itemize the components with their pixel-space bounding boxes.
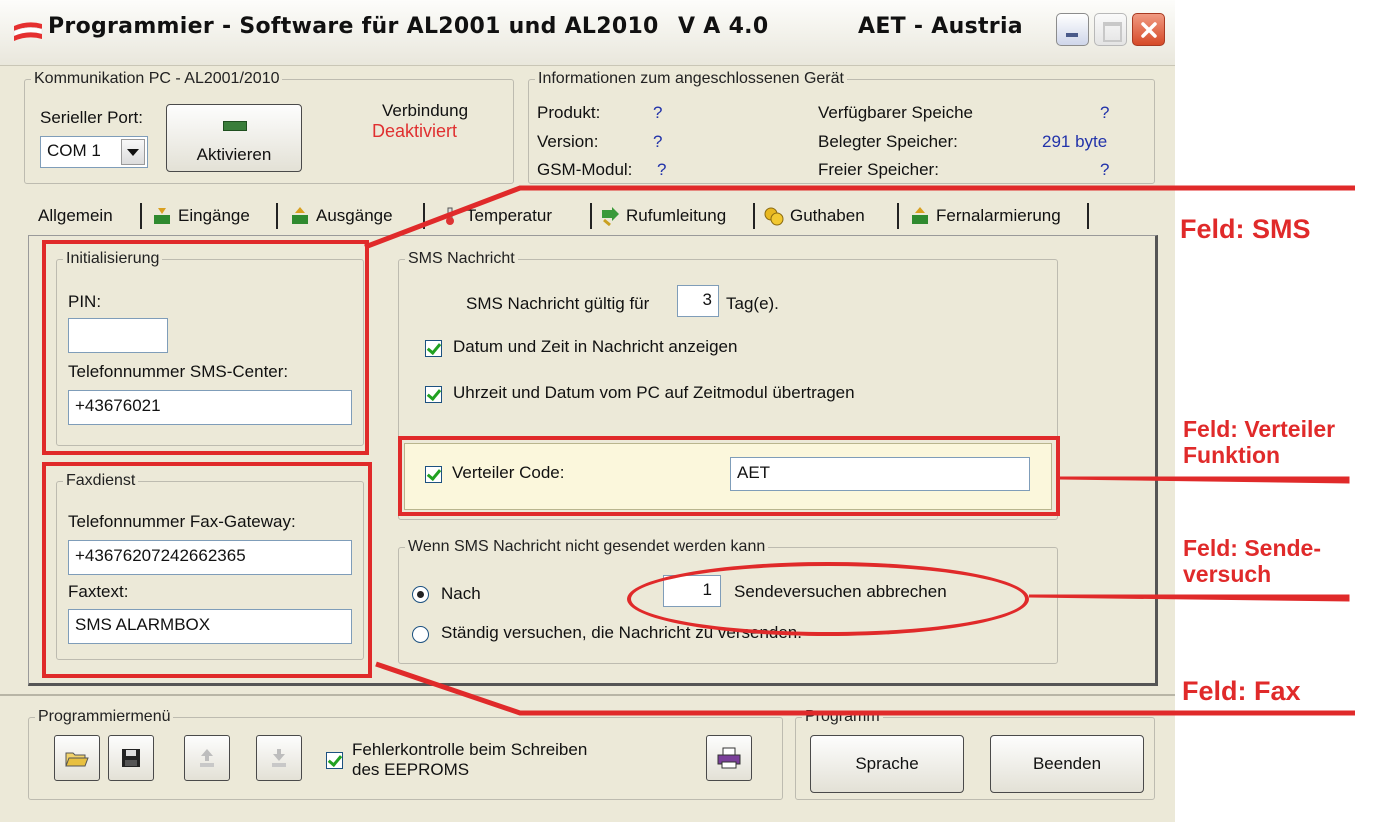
annotation-retry-line1: Feld: Sende- xyxy=(1183,535,1322,561)
distributor-pointer xyxy=(1059,476,1350,484)
annotation-distributor-line2: Funktion xyxy=(1183,442,1281,468)
annotation-retry: Feld: Sende- versuch xyxy=(1183,535,1321,587)
annotation-retry-line2: versuch xyxy=(1183,561,1272,587)
annotation-fax: Feld: Fax xyxy=(1182,676,1301,706)
annotation-distributor-line1: Feld: Verteiler xyxy=(1183,416,1336,442)
annotation-distributor: Feld: Verteiler Funktion xyxy=(1183,416,1335,468)
annotation-sms: Feld: SMS xyxy=(1180,214,1311,244)
annotation-arrows xyxy=(364,185,1355,716)
retry-pointer xyxy=(1028,594,1350,602)
